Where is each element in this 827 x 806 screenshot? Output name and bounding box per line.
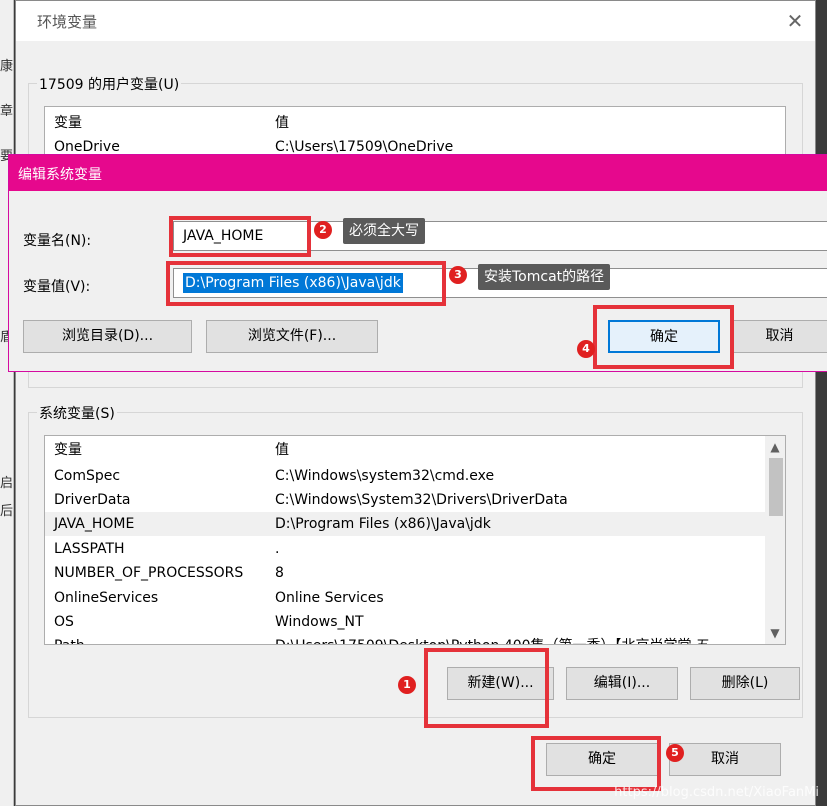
variable-value: C:\Windows\System32\Drivers\DriverData — [275, 492, 568, 508]
bg-fragment: 章 — [0, 104, 14, 119]
table-row[interactable]: ComSpec C:\Windows\system32\cmd.exe — [45, 464, 767, 488]
dialog-title: 编辑系统变量 — [18, 167, 102, 183]
bg-fragment: 启 — [0, 476, 14, 491]
close-icon[interactable]: ✕ — [783, 9, 807, 33]
bg-fragment: 后 — [0, 504, 14, 519]
system-variables-legend: 系统变量(S) — [37, 403, 117, 423]
variable-value: Windows_NT — [275, 614, 364, 630]
variable-name: NUMBER_OF_PROCESSORS — [54, 565, 244, 581]
highlight-box-env-ok — [531, 736, 661, 791]
highlight-box-variable-value — [166, 261, 446, 306]
browse-directory-button[interactable]: 浏览目录(D)... — [23, 320, 192, 353]
table-row-selected[interactable]: JAVA_HOME D:\Program Files (x86)\Java\jd… — [45, 512, 767, 536]
bg-fragment: 康 — [0, 59, 14, 74]
scroll-down-icon[interactable]: ▼ — [765, 624, 785, 642]
table-row[interactable]: OnlineServices Online Services — [45, 586, 767, 610]
step-badge-3: 3 — [449, 266, 467, 284]
column-header-name: 变量 — [54, 442, 82, 458]
variable-value: C:\Windows\system32\cmd.exe — [275, 468, 495, 484]
table-row[interactable]: LASSPATH . — [45, 537, 767, 561]
system-variables-list[interactable]: 变量 值 ComSpec C:\Windows\system32\cmd.exe… — [44, 435, 786, 645]
watermark: https://blog.csdn.net/XiaoFanMi — [614, 785, 819, 800]
column-header-name: 变量 — [54, 115, 82, 131]
variable-value: . — [275, 541, 280, 557]
scroll-up-icon[interactable]: ▲ — [765, 438, 785, 456]
column-header-value: 值 — [275, 442, 289, 458]
step-badge-5: 5 — [666, 744, 684, 762]
scrollbar-thumb[interactable] — [769, 458, 783, 516]
env-cancel-button[interactable]: 取消 — [669, 743, 781, 776]
highlight-box-edit-ok — [593, 305, 734, 369]
edit-variable-button[interactable]: 编辑(I)... — [566, 667, 678, 700]
list-scrollbar[interactable]: ▲ ▼ — [765, 436, 785, 644]
variable-value: D:\Users\17509\Desktop\Python 400集（第一季）【… — [275, 634, 710, 644]
variable-value: Online Services — [275, 590, 384, 606]
delete-variable-button[interactable]: 删除(L) — [690, 667, 800, 700]
edit-cancel-button[interactable]: 取消 — [731, 320, 827, 353]
step-badge-4: 4 — [577, 340, 595, 358]
variable-value-label: 变量值(V): — [23, 279, 91, 295]
list-header: 变量 值 — [45, 438, 767, 462]
column-header-value: 值 — [275, 115, 289, 131]
highlight-box-variable-name — [169, 216, 311, 257]
variable-name-label: 变量名(N): — [23, 233, 92, 249]
variable-name: DriverData — [54, 492, 131, 508]
dialog-titlebar: 编辑系统变量 — [9, 155, 827, 191]
system-variables-group: 系统变量(S) 变量 值 ComSpec C:\Windows\system32… — [28, 403, 803, 718]
variable-name: OS — [54, 614, 74, 630]
table-row[interactable]: NUMBER_OF_PROCESSORS 8 — [45, 561, 767, 585]
list-header: 变量 值 — [45, 111, 785, 135]
step-badge-1: 1 — [398, 676, 416, 694]
annotation-tip-uppercase: 必须全大写 — [343, 218, 425, 244]
variable-name: LASSPATH — [54, 541, 125, 557]
variable-name: OnlineServices — [54, 590, 159, 606]
table-row[interactable]: DriverData C:\Windows\System32\Drivers\D… — [45, 488, 767, 512]
variable-value: 8 — [275, 565, 284, 581]
step-badge-2: 2 — [314, 221, 332, 239]
variable-name: ComSpec — [54, 468, 121, 484]
background-window: 康 章 要 盾 启 后 — [0, 0, 14, 806]
variable-name: Path — [54, 634, 85, 644]
dialog-titlebar: 环境变量 ✕ — [16, 1, 815, 41]
browse-file-button[interactable]: 浏览文件(F)... — [206, 320, 378, 353]
variable-value: D:\Program Files (x86)\Java\jdk — [275, 516, 491, 532]
user-variables-legend: 17509 的用户变量(U) — [37, 74, 182, 94]
variable-name: JAVA_HOME — [54, 516, 135, 532]
annotation-tip-path: 安装Tomcat的路径 — [478, 264, 611, 290]
highlight-box-new — [424, 648, 549, 728]
dialog-title: 环境变量 — [37, 13, 98, 31]
table-row[interactable]: OS Windows_NT — [45, 610, 767, 634]
table-row[interactable]: Path D:\Users\17509\Desktop\Python 400集（… — [45, 634, 767, 644]
